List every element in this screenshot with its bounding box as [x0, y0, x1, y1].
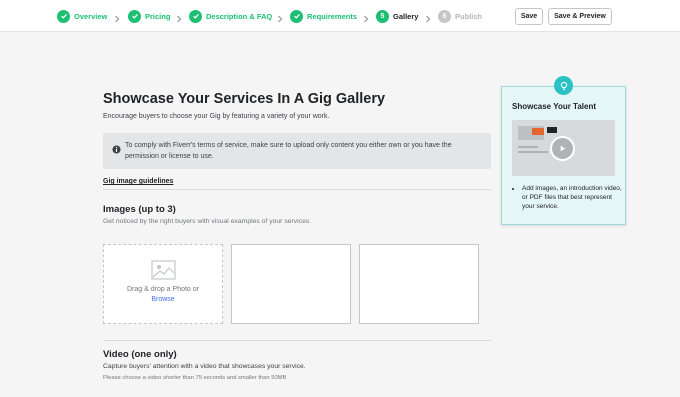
video-thumbnail[interactable]	[512, 120, 615, 176]
video-section-note: Please choose a video shorter than 75 se…	[103, 375, 287, 381]
step-number: 5	[376, 9, 389, 23]
step-label: Publish	[455, 11, 483, 21]
save-preview-button[interactable]: Save & Preview	[548, 8, 612, 25]
check-icon	[290, 9, 303, 23]
check-icon	[189, 9, 202, 23]
showcase-talent-card: Showcase Your Talent Add images, an intr…	[501, 86, 626, 225]
divider	[103, 189, 491, 190]
upload-instructions: Drag & drop a Photo or Browse	[104, 285, 222, 305]
info-icon	[112, 141, 121, 154]
image-slot[interactable]	[359, 244, 479, 324]
lightbulb-icon	[554, 76, 573, 95]
card-tips: Add images, an introduction video, or PD…	[516, 184, 622, 211]
thumbnail-block	[547, 127, 557, 133]
terms-notice: To comply with Fiverr's terms of service…	[103, 133, 491, 169]
video-section-title: Video (one only)	[103, 349, 177, 360]
notice-text: To comply with Fiverr's terms of service…	[125, 142, 452, 160]
progress-header: Overview Pricing Description & FAQ Requi…	[0, 0, 680, 32]
chevron-right-icon	[423, 11, 433, 23]
step-number: 6	[438, 9, 451, 23]
thumbnail-line	[518, 146, 538, 148]
image-slot[interactable]	[231, 244, 351, 324]
step-publish[interactable]: 6 Publish	[438, 9, 482, 23]
card-title: Showcase Your Talent	[512, 102, 597, 111]
step-label: Description & FAQ	[206, 11, 273, 21]
image-icon	[151, 260, 176, 280]
step-gallery[interactable]: 5 Gallery	[376, 9, 418, 23]
check-icon	[128, 9, 141, 23]
chevron-right-icon	[275, 11, 285, 23]
thumbnail-line	[518, 151, 548, 153]
divider	[103, 340, 491, 341]
step-label: Overview	[74, 11, 108, 21]
page-title: Showcase Your Services In A Gig Gallery	[103, 91, 386, 107]
video-section-subtitle: Capture buyers' attention with a video t…	[103, 363, 306, 370]
chevron-right-icon	[174, 11, 184, 23]
step-label: Requirements	[307, 11, 358, 21]
play-icon[interactable]	[550, 136, 575, 161]
card-tip-item: Add images, an introduction video, or PD…	[522, 184, 622, 211]
images-section-subtitle: Get noticed by the right buyers with vis…	[103, 218, 312, 225]
chevron-right-icon	[361, 11, 371, 23]
step-description-faq[interactable]: Description & FAQ	[189, 9, 272, 23]
page-subtitle: Encourage buyers to choose your Gig by f…	[103, 113, 330, 120]
save-button[interactable]: Save	[515, 8, 543, 25]
images-section-title: Images (up to 3)	[103, 204, 176, 215]
thumbnail-block	[532, 128, 544, 135]
browse-link[interactable]: Browse	[151, 296, 174, 303]
gig-image-guidelines-link[interactable]: Gig image guidelines	[103, 178, 173, 185]
check-icon	[57, 9, 70, 23]
step-overview[interactable]: Overview	[57, 9, 107, 23]
image-upload-slot[interactable]: Drag & drop a Photo or Browse	[103, 244, 223, 324]
step-pricing[interactable]: Pricing	[128, 9, 170, 23]
step-requirements[interactable]: Requirements	[290, 9, 357, 23]
step-label: Pricing	[145, 11, 171, 21]
step-label: Gallery	[393, 11, 419, 21]
upload-text: Drag & drop a Photo or	[127, 286, 199, 293]
chevron-right-icon	[112, 11, 122, 23]
